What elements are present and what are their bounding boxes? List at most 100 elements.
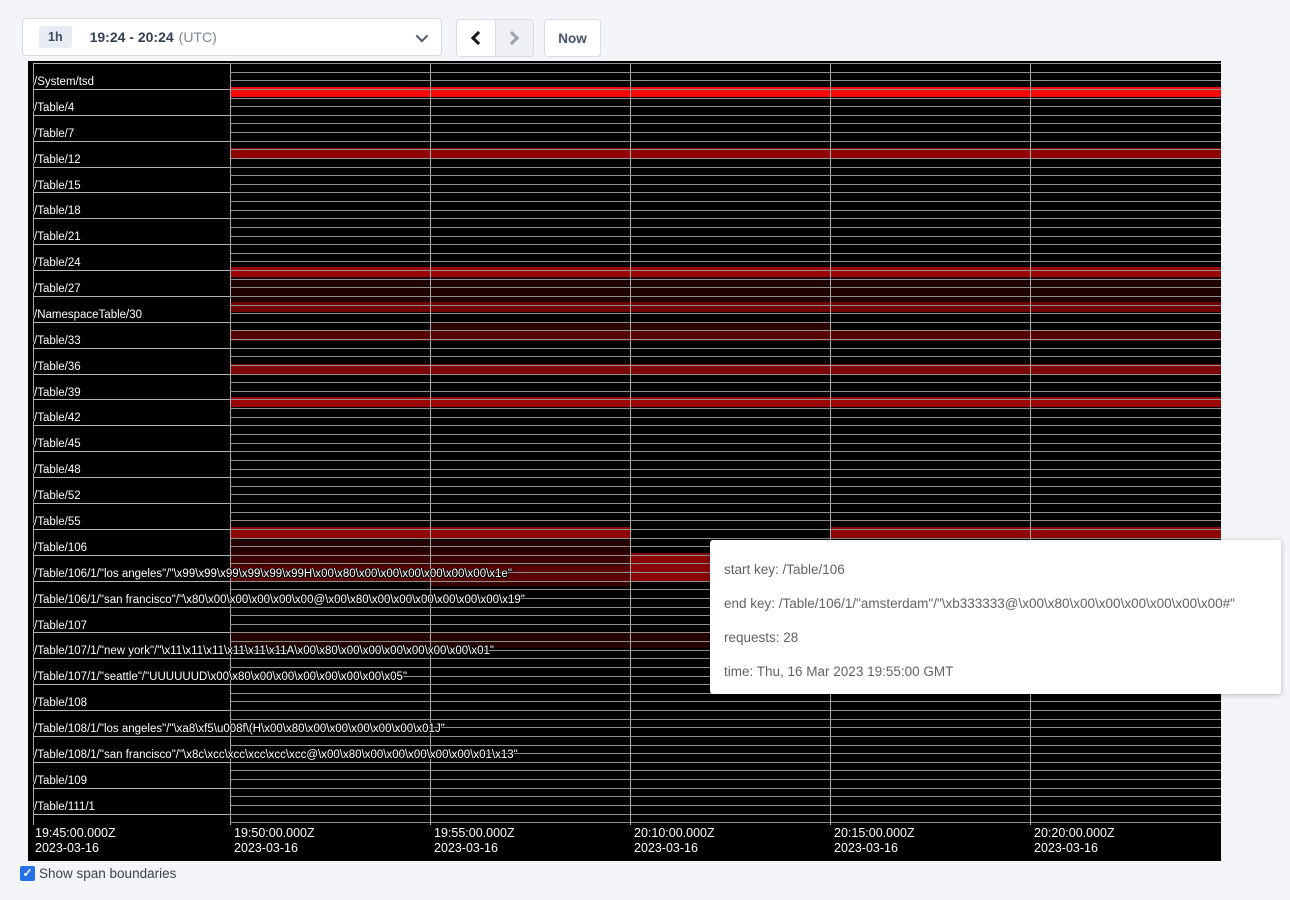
span-boundary-line [230, 425, 1221, 426]
span-boundary-line [230, 520, 1221, 521]
span-boundary-line [230, 236, 1221, 237]
span-boundary-line [230, 158, 1221, 159]
row-label: /Table/52 [34, 490, 81, 502]
row-label: /Table/107/1/"seattle"/"UUUUUUD\x00\x80\… [34, 671, 407, 683]
row-label: /Table/27 [34, 283, 81, 295]
row-label: /Table/4 [34, 102, 74, 114]
x-axis-tick: 19:50:00.000Z [234, 826, 315, 841]
heat-band [430, 581, 630, 586]
span-boundary-line [230, 719, 1221, 720]
timezone-label: (UTC) [179, 29, 217, 45]
x-axis-date: 2023-03-16 [834, 841, 898, 856]
row-label: /NamespaceTable/30 [34, 309, 142, 321]
row-label: /Table/109 [34, 775, 87, 787]
duration-badge: 1h [39, 26, 72, 48]
heat-band [231, 277, 1221, 302]
row-label: /Table/24 [34, 257, 81, 269]
span-boundary-line [230, 72, 1221, 73]
span-boundary-line [230, 261, 1221, 262]
span-boundary-line [230, 779, 1221, 780]
span-boundary-line [230, 701, 1221, 702]
span-boundary-line [230, 253, 1221, 254]
tooltip-time: time: Thu, 16 Mar 2023 19:55:00 GMT [724, 655, 1267, 689]
span-boundary-line [230, 365, 1221, 366]
span-boundaries-label: Show span boundaries [39, 866, 176, 881]
span-boundary-line [230, 115, 1221, 116]
footer: ✓ Show span boundaries [20, 866, 176, 881]
row-label: /Table/111/1 [34, 801, 95, 813]
span-boundary-line [230, 348, 1221, 349]
row-label: /Table/33 [34, 335, 81, 347]
row-label: /Table/42 [34, 412, 81, 424]
span-boundary-line [230, 822, 1221, 823]
span-boundary-line [230, 417, 1221, 418]
span-boundary-line [230, 529, 1221, 530]
row-label: /Table/45 [34, 438, 81, 450]
span-boundary-line [230, 762, 1221, 763]
row-label: /Table/107 [34, 620, 87, 632]
span-boundary-line [230, 149, 1221, 150]
span-boundary-line [230, 745, 1221, 746]
span-boundary-line [230, 244, 1221, 245]
row-label: /Table/39 [34, 387, 81, 399]
span-boundary-line [230, 805, 1221, 806]
span-boundary-line [230, 477, 1221, 478]
span-boundary-line [230, 796, 1221, 797]
span-boundary-line [230, 184, 1221, 185]
x-axis-tick: 20:10:00.000Z [634, 826, 715, 841]
span-boundary-line [230, 391, 1221, 392]
row-label: /Table/107/1/"new york"/"\x11\x11\x11\x1… [34, 645, 494, 657]
time-nav-group [456, 19, 534, 57]
x-axis-tick: 20:15:00.000Z [834, 826, 915, 841]
span-boundaries-checkbox[interactable]: ✓ [20, 866, 35, 881]
span-boundary-line [230, 736, 1221, 737]
span-boundary-line [230, 339, 1221, 340]
span-boundary-line [230, 132, 1221, 133]
span-boundary-line [230, 356, 1221, 357]
span-boundary-line [230, 141, 1221, 142]
span-boundary-line [230, 192, 1221, 193]
x-axis-tick: 19:55:00.000Z [434, 826, 515, 841]
row-label: /Table/106 [34, 542, 87, 554]
toolbar: 1h 19:24 - 20:24 (UTC) Now [0, 0, 1290, 61]
span-boundary-line [230, 374, 1221, 375]
span-boundary-line [230, 503, 1221, 504]
next-time-button[interactable] [495, 20, 533, 56]
tooltip-end-key: end key: /Table/106/1/"amsterdam"/"\xb33… [724, 587, 1267, 621]
row-label: /Table/18 [34, 205, 81, 217]
x-axis-date: 2023-03-16 [234, 841, 298, 856]
now-button[interactable]: Now [544, 19, 601, 57]
x-axis-tick: 19:45:00.000Z [35, 826, 116, 841]
x-axis-date: 2023-03-16 [35, 841, 99, 856]
span-boundary-line [230, 201, 1221, 202]
span-boundary-line [230, 305, 1221, 306]
row-label: /Table/108 [34, 697, 87, 709]
row-label: /Table/15 [34, 180, 81, 192]
span-boundary-line [230, 123, 1221, 124]
span-boundary-line [230, 512, 1221, 513]
row-label: /Table/108/1/"los angeles"/"\xa8\xf5\u00… [34, 723, 445, 735]
span-boundary-line [230, 382, 1221, 383]
key-visualizer-canvas[interactable]: 2023-03-1620:20:00.000Z2023-03-1620:15:0… [28, 61, 1221, 861]
heat-band [231, 302, 1221, 312]
span-boundary-line [230, 296, 1221, 297]
tooltip-start-key: start key: /Table/106 [724, 553, 1267, 587]
x-axis-date: 2023-03-16 [634, 841, 698, 856]
span-boundary-line [230, 89, 1221, 90]
prev-time-button[interactable] [457, 20, 495, 56]
span-boundary-line [230, 167, 1221, 168]
span-boundary-line [230, 770, 1221, 771]
row-label: /Table/7 [34, 128, 74, 140]
span-boundary-line [230, 788, 1221, 789]
span-boundary-line [230, 814, 1221, 815]
row-label: /Table/106/1/"los angeles"/"\x99\x99\x99… [34, 568, 512, 580]
span-boundary-line [230, 494, 1221, 495]
row-label: /Table/106/1/"san francisco"/"\x80\x00\x… [34, 594, 525, 606]
chevron-left-icon [471, 31, 485, 45]
span-boundary-line [230, 469, 1221, 470]
span-boundary-line [230, 287, 1221, 288]
time-range-selector[interactable]: 1h 19:24 - 20:24 (UTC) [22, 18, 442, 56]
x-axis-tick: 20:20:00.000Z [1034, 826, 1115, 841]
span-boundary-line [230, 538, 1221, 539]
span-boundary-line [230, 710, 1221, 711]
